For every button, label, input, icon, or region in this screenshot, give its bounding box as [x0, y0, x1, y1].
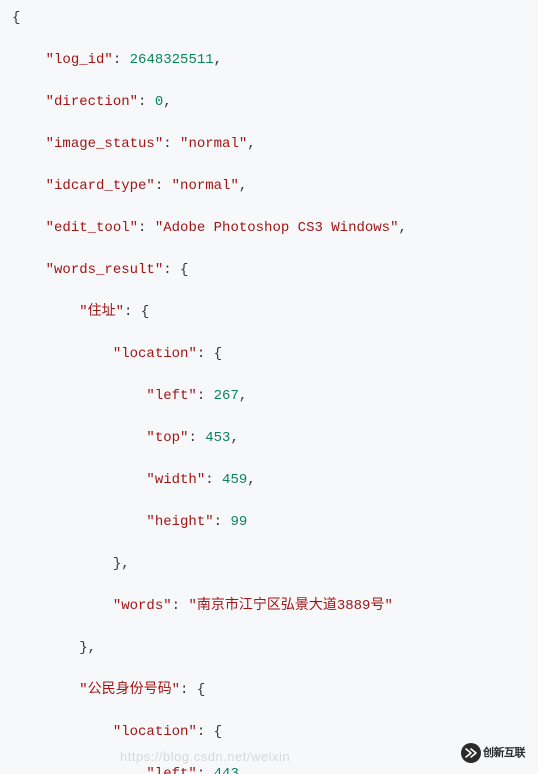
- comma: ,: [247, 472, 255, 488]
- key-words-result: "words_result": [46, 262, 164, 278]
- comma: ,: [239, 388, 247, 404]
- colon: :: [205, 472, 222, 488]
- key-image-status: "image_status": [46, 136, 164, 152]
- colon: :: [214, 514, 231, 530]
- open-brace: : {: [180, 682, 205, 698]
- val-addr-height: 99: [230, 514, 247, 530]
- val-idcard-type: "normal": [172, 178, 239, 194]
- colon: :: [113, 52, 130, 68]
- val-addr-width: 459: [222, 472, 247, 488]
- open-brace: : {: [197, 346, 222, 362]
- key-idnum: "公民身份号码": [79, 682, 180, 698]
- comma: ,: [247, 136, 255, 152]
- key-location: "location": [113, 724, 197, 740]
- key-width: "width": [146, 472, 205, 488]
- val-addr-top: 453: [205, 430, 230, 446]
- val-id-left: 443: [214, 766, 239, 774]
- comma: ,: [163, 94, 171, 110]
- colon: :: [138, 220, 155, 236]
- colon: :: [197, 766, 214, 774]
- open-brace: : {: [163, 262, 188, 278]
- colon: :: [163, 136, 180, 152]
- key-log-id: "log_id": [46, 52, 113, 68]
- colon: :: [155, 178, 172, 194]
- key-edit-tool: "edit_tool": [46, 220, 138, 236]
- brace: {: [12, 10, 20, 26]
- close-brace: },: [79, 640, 96, 656]
- val-image-status: "normal": [180, 136, 247, 152]
- comma: ,: [239, 178, 247, 194]
- key-direction: "direction": [46, 94, 138, 110]
- key-left: "left": [146, 388, 196, 404]
- val-log-id: 2648325511: [130, 52, 214, 68]
- comma: ,: [230, 430, 238, 446]
- colon: :: [188, 430, 205, 446]
- val-direction: 0: [155, 94, 163, 110]
- comma: ,: [398, 220, 406, 236]
- colon: :: [197, 388, 214, 404]
- comma: ,: [214, 52, 222, 68]
- key-address: "住址": [79, 304, 124, 320]
- key-idcard-type: "idcard_type": [46, 178, 155, 194]
- val-addr-words: "南京市江宁区弘景大道3889号": [188, 598, 392, 614]
- colon: :: [138, 94, 155, 110]
- key-top: "top": [146, 430, 188, 446]
- open-brace: : {: [197, 724, 222, 740]
- key-location: "location": [113, 346, 197, 362]
- key-height: "height": [146, 514, 213, 530]
- close-brace: },: [113, 556, 130, 572]
- colon: :: [172, 598, 189, 614]
- comma: ,: [239, 766, 247, 774]
- json-code-block: { "log_id": 2648325511, "direction": 0, …: [0, 0, 538, 774]
- val-edit-tool: "Adobe Photoshop CS3 Windows": [155, 220, 399, 236]
- key-left: "left": [146, 766, 196, 774]
- val-addr-left: 267: [214, 388, 239, 404]
- open-brace: : {: [124, 304, 149, 320]
- key-words: "words": [113, 598, 172, 614]
